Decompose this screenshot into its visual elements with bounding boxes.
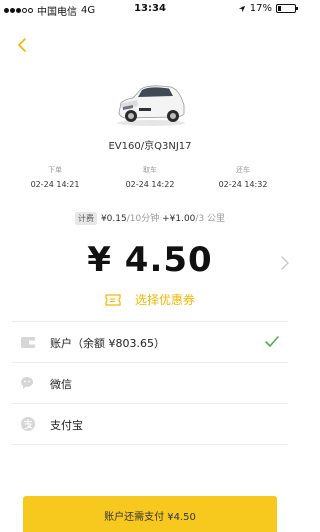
- timeline-label: 取车: [143, 166, 157, 174]
- payment-option-account[interactable]: 账户（余额 ¥803.65）: [0, 322, 300, 362]
- location-arrow-icon: [238, 5, 245, 12]
- timeline-time: 02-24 14:22: [125, 180, 175, 189]
- coupon-ticket-icon: [105, 293, 121, 306]
- chevron-left-icon: [18, 38, 26, 52]
- divider: [12, 444, 288, 445]
- timeline-order: 下单 02-24 14:21: [10, 165, 100, 190]
- payment-option-alipay[interactable]: 支付宝: [0, 404, 300, 444]
- checkmark-icon: [265, 336, 279, 347]
- car-model-plate: EV160/京Q3NJ17: [108, 141, 192, 152]
- billing-rule: 计费 ¥0.15/10分钟 +¥1.00/3 公里: [0, 211, 300, 225]
- wallet-icon: [21, 337, 35, 348]
- payment-option-wechat[interactable]: 微信: [0, 363, 300, 403]
- back-button[interactable]: [14, 36, 32, 54]
- alipay-icon: [21, 417, 35, 431]
- car-image: [111, 77, 189, 129]
- time-unit: 10分钟: [129, 214, 160, 224]
- billing-tag: 计费: [74, 212, 97, 225]
- billing-plus: +: [162, 214, 170, 224]
- wechat-icon: [21, 377, 33, 389]
- battery-percent: 17%: [249, 3, 272, 14]
- timeline-return: 还车 02-24 14:32: [198, 165, 288, 190]
- timeline-pickup: 取车 02-24 14:22: [105, 165, 195, 190]
- timeline-label: 下单: [48, 166, 62, 174]
- status-bar: 中国电信 4G 13:34 17%: [0, 0, 300, 18]
- distance-price: ¥1.00: [169, 214, 196, 224]
- chevron-right-icon: [281, 256, 289, 270]
- timeline-time: 02-24 14:32: [218, 180, 268, 189]
- battery-icon: [276, 4, 298, 13]
- fee-detail-chevron[interactable]: [280, 255, 290, 271]
- battery-fill: [278, 6, 281, 11]
- order-payment-page: 中国电信 4G 13:34 17% EV160/京Q3NJ17 下单 02-24…: [0, 0, 300, 532]
- time-price: ¥0.15: [100, 214, 127, 224]
- payment-label-account: 账户（余额 ¥803.65）: [50, 337, 165, 350]
- pay-button[interactable]: 账户还需支付 ¥4.50: [23, 496, 277, 532]
- car-icon: [111, 77, 189, 129]
- timeline-label: 还车: [236, 166, 250, 174]
- coupon-selector[interactable]: 选择优惠券: [0, 291, 300, 308]
- payment-label-alipay: 支付宝: [50, 419, 83, 432]
- coupon-label: 选择优惠券: [134, 293, 195, 307]
- status-right: 17%: [238, 3, 298, 14]
- payment-label-wechat: 微信: [50, 378, 72, 391]
- total-amount: ¥ 4.50: [87, 240, 213, 280]
- distance-unit: 3 公里: [198, 214, 226, 224]
- timeline-time: 02-24 14:21: [30, 180, 80, 189]
